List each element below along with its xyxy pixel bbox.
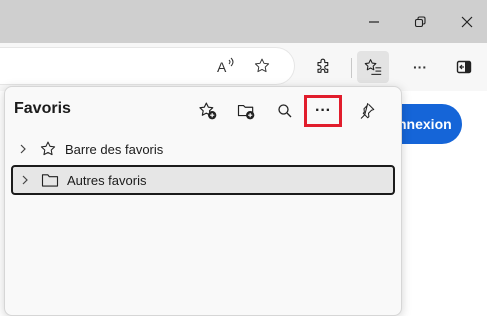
svg-text:A: A (217, 59, 227, 75)
list-item[interactable]: Barre des favoris (11, 134, 395, 164)
pin-action[interactable] (353, 97, 381, 125)
star-outline-icon (254, 58, 270, 73)
search-icon (278, 104, 292, 118)
minimize-button[interactable] (351, 0, 397, 43)
connexion-button[interactable]: nnexion (392, 104, 462, 144)
restore-button[interactable] (397, 0, 443, 43)
folder-add-icon (237, 105, 255, 120)
sidebar-toggle-icon (456, 60, 472, 74)
add-favorite-action[interactable] (194, 97, 222, 125)
toolbar-separator (351, 58, 352, 78)
restore-icon (414, 15, 426, 27)
read-aloud-icon: A (217, 57, 234, 75)
chevron-right-icon[interactable] (17, 175, 33, 185)
favorites-panel: Favoris ··· Barre des favoris Autres fav… (4, 86, 402, 316)
address-bar[interactable]: A (0, 48, 294, 84)
connexion-label: nnexion (398, 116, 452, 132)
browser-toolbar: A ··· (0, 43, 487, 91)
more-options-button[interactable]: ··· (304, 95, 342, 127)
read-aloud-button[interactable]: A (210, 50, 242, 82)
extensions-button[interactable] (308, 51, 340, 83)
minimize-icon (369, 20, 379, 23)
folder-icon (39, 172, 61, 188)
favorites-button[interactable] (357, 51, 389, 83)
chevron-right-icon[interactable] (15, 144, 31, 154)
favorites-list-icon (364, 59, 382, 75)
puzzle-icon (317, 58, 329, 73)
list-item[interactable]: Autres favoris (11, 165, 395, 195)
list-item-label: Barre des favoris (65, 141, 164, 157)
add-folder-action[interactable] (232, 97, 260, 125)
close-button[interactable] (444, 0, 487, 43)
more-options-label: ··· (315, 102, 331, 119)
pin-icon (360, 102, 375, 119)
star-outline-icon (37, 140, 59, 158)
sidebar-toggle-button[interactable] (448, 51, 480, 83)
more-button[interactable]: ··· (404, 51, 436, 83)
panel-title: Favoris (14, 100, 71, 117)
star-add-icon (199, 102, 217, 120)
close-icon (461, 16, 473, 27)
title-bar (0, 0, 487, 43)
add-favorite-button[interactable] (246, 50, 278, 82)
search-action[interactable] (271, 97, 299, 125)
list-item-label: Autres favoris (67, 172, 147, 188)
